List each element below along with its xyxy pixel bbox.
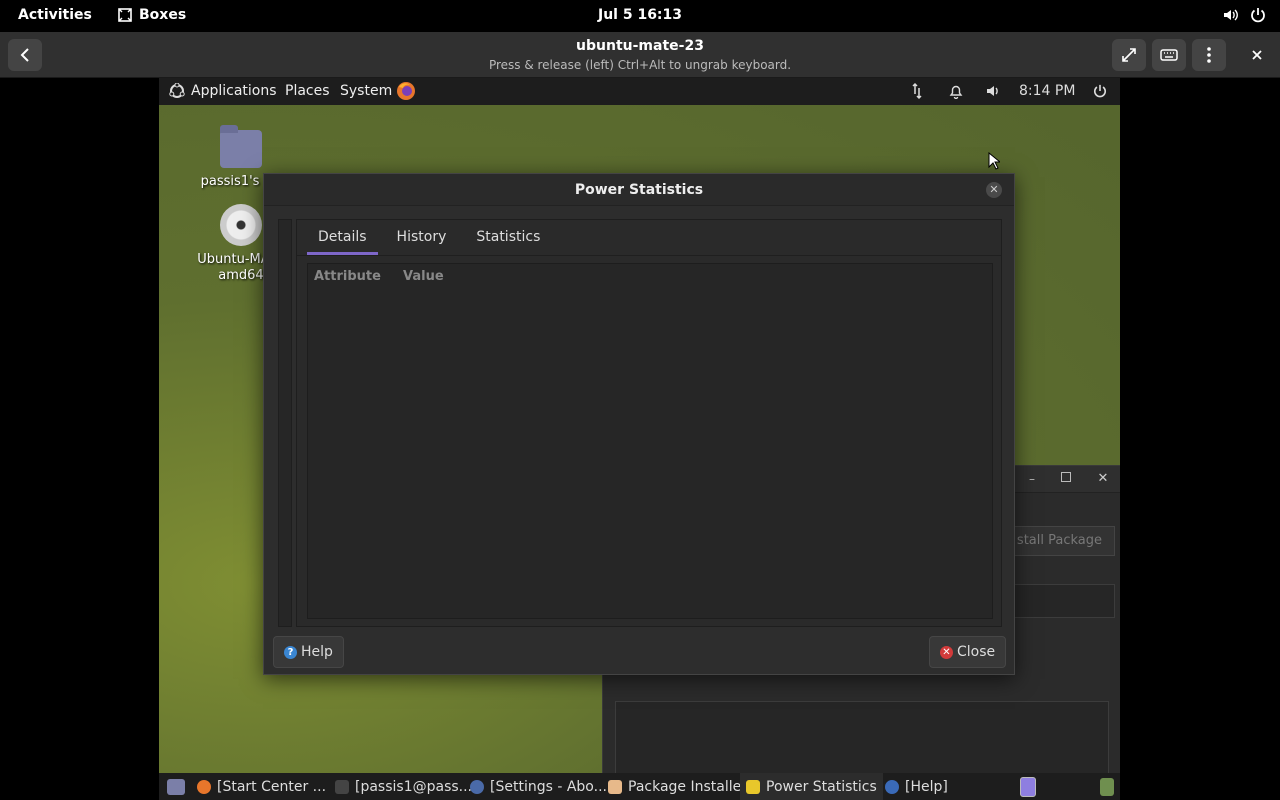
keyboard-button[interactable]: [1152, 39, 1186, 71]
power-stats-icon: [746, 779, 760, 794]
dialog-close-x-button[interactable]: ✕: [986, 182, 1002, 198]
network-icon[interactable]: [909, 82, 925, 100]
mate-top-panel: Applications Places System 8:14 PM: [159, 78, 1120, 105]
system-menu-label: System: [340, 83, 393, 99]
places-menu[interactable]: Places: [285, 83, 330, 99]
taskbar-item-package-installer[interactable]: Package Installer: [602, 773, 753, 800]
workspace-icon: [1020, 776, 1036, 797]
places-menu-label: Places: [285, 83, 330, 99]
column-header-attribute[interactable]: Attribute: [314, 269, 381, 284]
fullscreen-icon: [1122, 48, 1136, 62]
firefox-launcher[interactable]: [396, 81, 416, 101]
taskbar-item-start-center[interactable]: [Start Center ...: [191, 773, 332, 800]
taskbar-item-label: [passis1@pass...: [355, 778, 473, 795]
taskbar-item-help[interactable]: [Help]: [879, 773, 954, 800]
terminal-icon: [335, 779, 349, 794]
window-subtitle: Press & release (left) Ctrl+Alt to ungra…: [488, 58, 792, 72]
details-table[interactable]: Attribute Value: [307, 263, 993, 619]
taskbar-item-terminal[interactable]: [passis1@pass...: [329, 773, 478, 800]
tab-history[interactable]: History: [386, 220, 458, 256]
power-statistics-dialog: Power Statistics ✕ Details History Stati…: [263, 173, 1015, 675]
minimize-button[interactable]: –: [1029, 472, 1035, 486]
tab-statistics[interactable]: Statistics: [465, 220, 551, 256]
vm-display[interactable]: Applications Places System 8:14 PM passi…: [159, 78, 1120, 800]
volume-icon[interactable]: [1222, 7, 1240, 23]
system-menu[interactable]: System: [340, 83, 392, 99]
help-button-label: Help: [301, 644, 333, 660]
notebook: Details History Statistics Attribute Val…: [296, 219, 1002, 627]
maximize-button[interactable]: [1061, 472, 1071, 482]
clock[interactable]: Jul 5 16:13: [598, 7, 682, 23]
panel-volume-icon[interactable]: [985, 83, 1001, 99]
close-icon: [1252, 50, 1262, 60]
show-desktop-button[interactable]: [161, 773, 191, 800]
power-icon[interactable]: [1250, 7, 1266, 23]
window-title: ubuntu-mate-23: [576, 38, 704, 54]
column-header-value[interactable]: Value: [403, 269, 444, 284]
gnome-top-bar: Activities Boxes Jul 5 16:13: [0, 0, 1280, 32]
workspace-switcher[interactable]: [1014, 773, 1042, 800]
tab-details[interactable]: Details: [307, 220, 378, 256]
close-button[interactable]: ✕ Close: [929, 636, 1007, 668]
device-list[interactable]: [278, 219, 292, 627]
notification-bell-icon[interactable]: [949, 83, 963, 99]
trash-button[interactable]: [1094, 773, 1120, 800]
disc-icon: [220, 204, 262, 246]
keyboard-icon: [1160, 49, 1178, 61]
panel-tray: 8:14 PM: [909, 82, 1107, 100]
firefox-icon: [197, 779, 211, 794]
fullscreen-button[interactable]: [1112, 39, 1146, 71]
applications-menu-label: Applications: [191, 83, 277, 99]
tab-bar: Details History Statistics: [297, 220, 1001, 256]
dialog-title: Power Statistics: [264, 174, 1014, 206]
taskbar-item-power-statistics[interactable]: Power Statistics: [740, 773, 883, 800]
app-menu[interactable]: Boxes: [117, 7, 186, 23]
ubuntu-mate-logo-icon: [169, 83, 185, 98]
taskbar-item-label: [Help]: [905, 778, 948, 795]
close-circle-icon: ✕: [940, 645, 953, 659]
panel-power-icon[interactable]: [1093, 84, 1107, 98]
taskbar-item-settings[interactable]: [Settings - Abo...: [464, 773, 613, 800]
mouse-cursor-icon: [988, 152, 1000, 170]
boxes-icon: [118, 8, 132, 22]
taskbar-item-label: [Start Center ...: [217, 778, 327, 795]
firefox-icon: [397, 82, 415, 100]
close-button-label: Close: [957, 644, 996, 660]
menu-button[interactable]: [1192, 39, 1226, 71]
install-disc-label-2: amd64: [218, 268, 264, 283]
panel-clock[interactable]: 8:14 PM: [1019, 83, 1075, 99]
mate-bottom-panel: [Start Center ... [passis1@pass... [Sett…: [159, 773, 1120, 800]
activities-button[interactable]: Activities: [18, 7, 92, 23]
bg-window-close-button[interactable]: ✕: [1095, 471, 1111, 487]
taskbar-item-label: [Settings - Abo...: [490, 778, 607, 795]
trash-icon: [1100, 777, 1114, 796]
taskbar-item-label: Package Installer: [628, 778, 747, 795]
close-window-button[interactable]: [1240, 39, 1274, 71]
system-tray[interactable]: [1222, 7, 1266, 23]
package-icon: [608, 779, 622, 794]
taskbar-item-label: Power Statistics: [766, 778, 877, 795]
applications-menu[interactable]: Applications: [169, 83, 277, 99]
kebab-menu-icon: [1207, 47, 1211, 63]
show-desktop-icon: [167, 778, 185, 795]
app-menu-label: Boxes: [139, 7, 187, 23]
help-button[interactable]: ? Help: [273, 636, 344, 668]
settings-icon: [470, 779, 484, 794]
help-icon: ?: [284, 645, 297, 659]
boxes-header-bar: ubuntu-mate-23 Press & release (left) Ct…: [0, 32, 1280, 78]
help-icon: [885, 779, 899, 794]
folder-icon: [220, 125, 262, 168]
